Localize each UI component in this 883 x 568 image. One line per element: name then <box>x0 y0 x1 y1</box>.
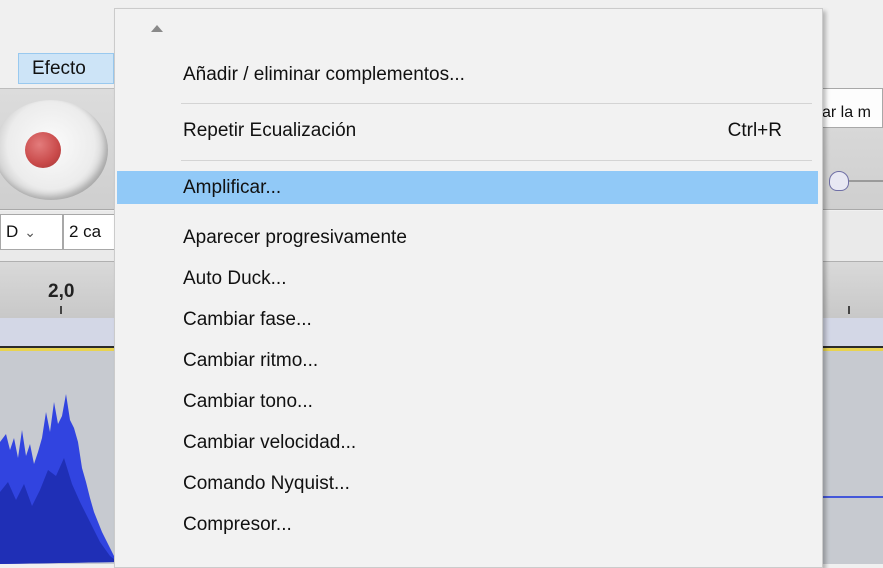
slider-track <box>846 180 883 182</box>
device-select-value: D <box>6 222 19 241</box>
effects-dropdown-menu: Añadir / eliminar complementos... Repeti… <box>114 8 823 568</box>
meter-field[interactable]: ar la m <box>818 88 883 128</box>
timeline-tick-label: 2,0 <box>48 281 75 302</box>
menu-item-nyquist-prompt[interactable]: Comando Nyquist... <box>117 467 818 500</box>
menu-item-compressor[interactable]: Compresor... <box>117 508 818 541</box>
menu-item-change-pitch[interactable]: Cambiar tono... <box>117 385 818 418</box>
waveform <box>0 394 118 564</box>
timeline-tick <box>848 306 850 314</box>
menu-item-repeat-equalization[interactable]: Repetir Ecualización Ctrl+R <box>117 114 818 147</box>
menu-item-label: Aparecer progresivamente <box>183 227 407 248</box>
channels-select-value: 2 ca <box>69 222 102 241</box>
menu-efecto[interactable]: Efecto <box>18 53 114 84</box>
menu-item-label: Cambiar velocidad... <box>183 432 357 453</box>
volume-slider-knob[interactable] <box>829 171 849 191</box>
menu-item-label: Repetir Ecualización <box>183 120 357 141</box>
menu-item-label: Amplificar... <box>183 177 282 198</box>
menu-item-label: Auto Duck... <box>183 268 287 289</box>
menu-item-change-phase[interactable]: Cambiar fase... <box>117 303 818 336</box>
waveform-center-line <box>820 496 883 498</box>
menu-item-add-remove-plugins[interactable]: Añadir / eliminar complementos... <box>117 58 818 91</box>
menu-item-shortcut: Ctrl+R <box>727 120 782 141</box>
menu-separator <box>181 103 812 104</box>
menu-item-label: Cambiar tono... <box>183 391 313 412</box>
menu-item-label: Cambiar fase... <box>183 309 312 330</box>
scroll-up-arrow-icon[interactable] <box>151 25 163 32</box>
menu-item-label: Cambiar ritmo... <box>183 350 319 371</box>
record-icon <box>25 132 61 168</box>
menu-item-label: Comando Nyquist... <box>183 473 350 494</box>
menu-separator <box>181 160 812 161</box>
menu-item-change-speed[interactable]: Cambiar velocidad... <box>117 426 818 459</box>
device-select[interactable]: D ⌄ <box>0 214 63 250</box>
menu-item-change-tempo[interactable]: Cambiar ritmo... <box>117 344 818 377</box>
menu-item-label: Añadir / eliminar complementos... <box>183 64 465 85</box>
timeline-tick <box>60 306 62 314</box>
menu-item-label: Compresor... <box>183 514 292 535</box>
menu-item-auto-duck[interactable]: Auto Duck... <box>117 262 818 295</box>
menu-item-fade-in[interactable]: Aparecer progresivamente <box>117 221 818 254</box>
menu-item-amplify[interactable]: Amplificar... <box>117 171 818 204</box>
chevron-down-icon: ⌄ <box>24 224 37 240</box>
channels-select[interactable]: 2 ca <box>63 214 118 250</box>
